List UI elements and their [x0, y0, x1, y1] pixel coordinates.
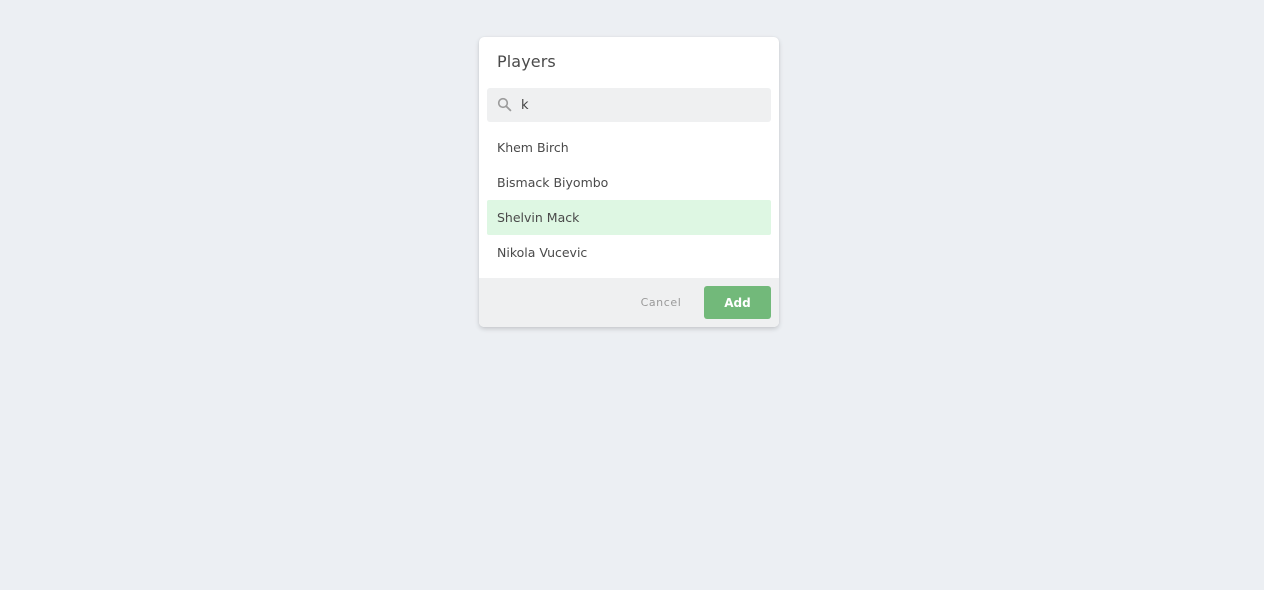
- dialog-footer: Cancel Add: [479, 278, 779, 327]
- dialog-title: Players: [497, 52, 556, 71]
- players-dialog: Players Khem Birch Bismack Biyombo Shelv…: [479, 37, 779, 327]
- player-item-selected[interactable]: Shelvin Mack: [487, 200, 771, 235]
- player-list: Khem Birch Bismack Biyombo Shelvin Mack …: [487, 130, 771, 270]
- search-box[interactable]: [487, 88, 771, 122]
- player-item[interactable]: Bismack Biyombo: [487, 165, 771, 200]
- add-button[interactable]: Add: [704, 286, 771, 319]
- search-icon: [497, 97, 512, 112]
- cancel-button[interactable]: Cancel: [632, 286, 690, 319]
- search-input[interactable]: [521, 88, 761, 122]
- player-item[interactable]: Nikola Vucevic: [487, 235, 771, 270]
- player-item[interactable]: Khem Birch: [487, 130, 771, 165]
